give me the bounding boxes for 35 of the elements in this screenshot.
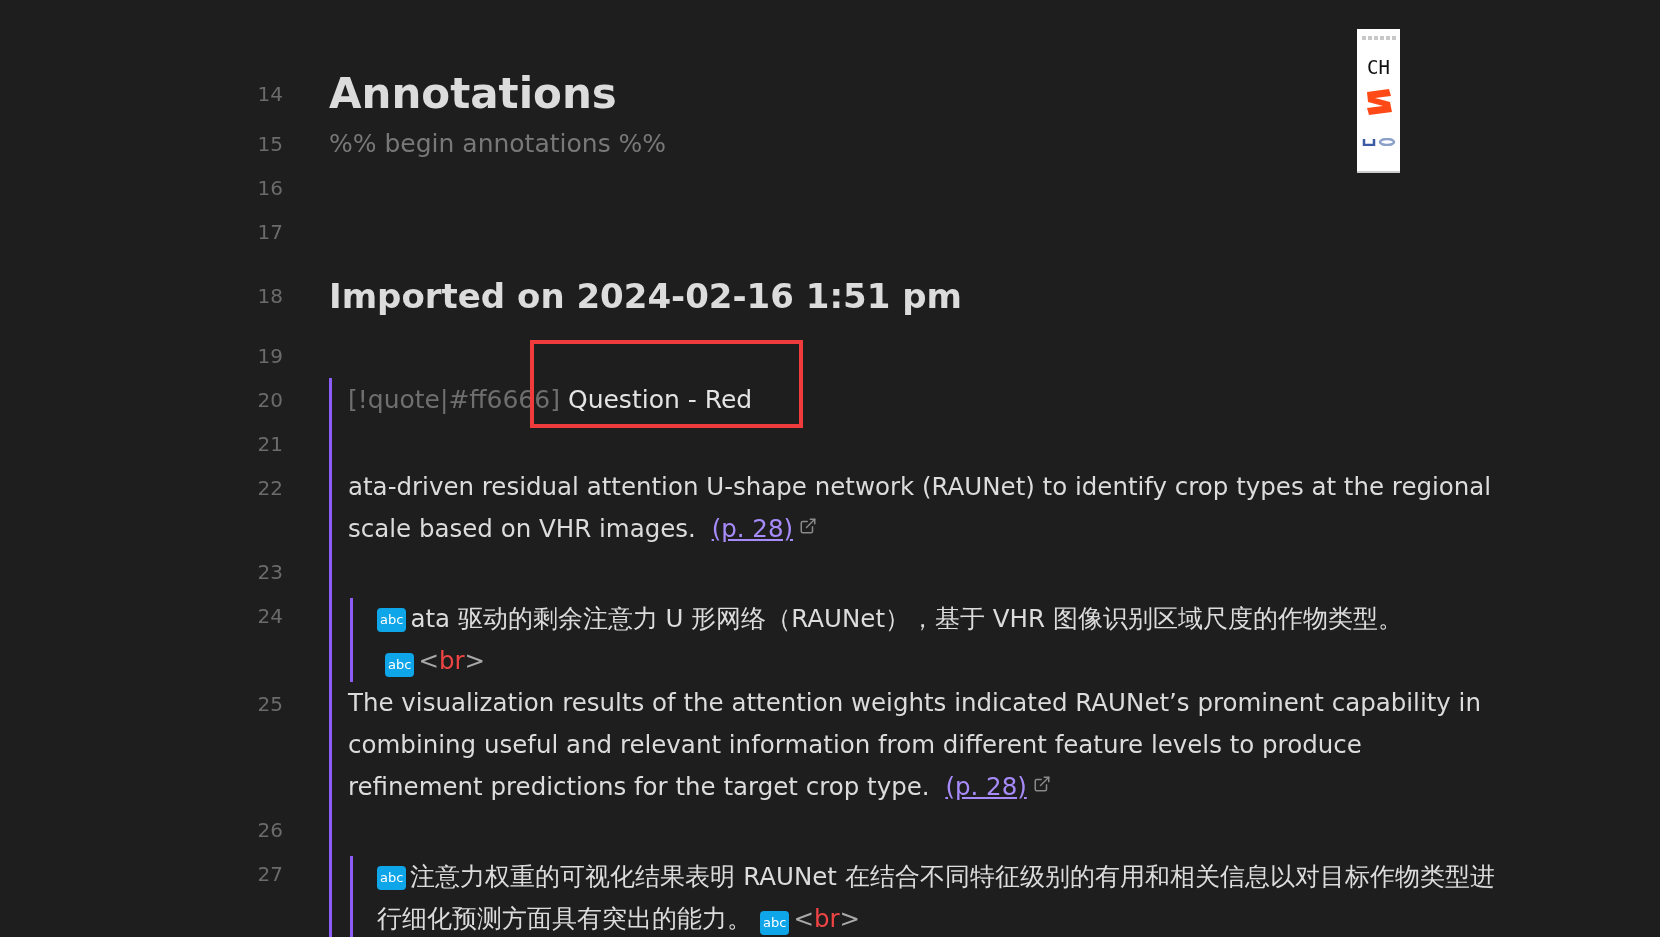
line-number: 17	[256, 219, 284, 246]
line-number: 16	[256, 175, 284, 202]
translate-badge: abc	[377, 608, 407, 632]
callout-title: Question - Red	[567, 385, 753, 414]
line-number: 14	[256, 81, 284, 108]
quote-paragraph: ata-driven residual attention U-shape network (RAUNet) to identify crop types at the regional scale based on VHR images. (p. 28)	[348, 471, 1493, 545]
tag-name: br	[813, 903, 840, 935]
line-number: 24	[256, 603, 284, 630]
quote-paragraph: The visualization results of the attention weights indicated RAUNet’s prominent capability in combining useful and relevant information from different feature levels to produce refinement predictions for the target crop type. (p. 28)	[348, 687, 1482, 803]
page-link[interactable]: (p. 28)	[945, 772, 1027, 801]
tag-name: br	[438, 645, 465, 677]
translation-paragraph: abc ata 驱动的剩余注意力 U 形网络（RAUNet），基于 VHR 图像识别区域尺度的作物类型。 abc <br>	[377, 598, 1498, 682]
translate-badge: abc	[760, 911, 790, 935]
heading: Imported on 2024-02-16 1:51 pm	[329, 275, 962, 318]
translate-badge: abc	[385, 653, 415, 677]
line-number: 19	[256, 343, 284, 370]
tag-bracket: <	[793, 903, 814, 935]
line-number: 26	[256, 817, 284, 844]
tag-bracket: <	[418, 645, 439, 677]
line-number: 20	[256, 387, 284, 414]
line-number: 27	[256, 861, 284, 888]
comment-text: %% begin annotations %%	[329, 129, 667, 158]
heading: Annotations	[329, 69, 617, 118]
line-number: 15	[256, 131, 284, 158]
translation-paragraph: abc 注意力权重的可视化结果表明 RAUNet 在结合不同特征级别的有用和相关信息以对目标作物类型进行细化预测方面具有突出的能力。 abc <br>	[377, 856, 1498, 937]
line-number: 22	[256, 475, 284, 502]
page-link[interactable]: (p. 28)	[711, 514, 794, 543]
line-number: 25	[256, 691, 284, 718]
language-indicator[interactable]: CH	[1367, 56, 1390, 78]
line-number: 21	[256, 431, 284, 458]
translate-badge: abc	[377, 866, 407, 890]
line-number: 18	[256, 283, 284, 310]
tag-bracket: >	[839, 903, 861, 935]
tag-bracket: >	[464, 645, 486, 677]
line-number: 23	[256, 559, 284, 586]
